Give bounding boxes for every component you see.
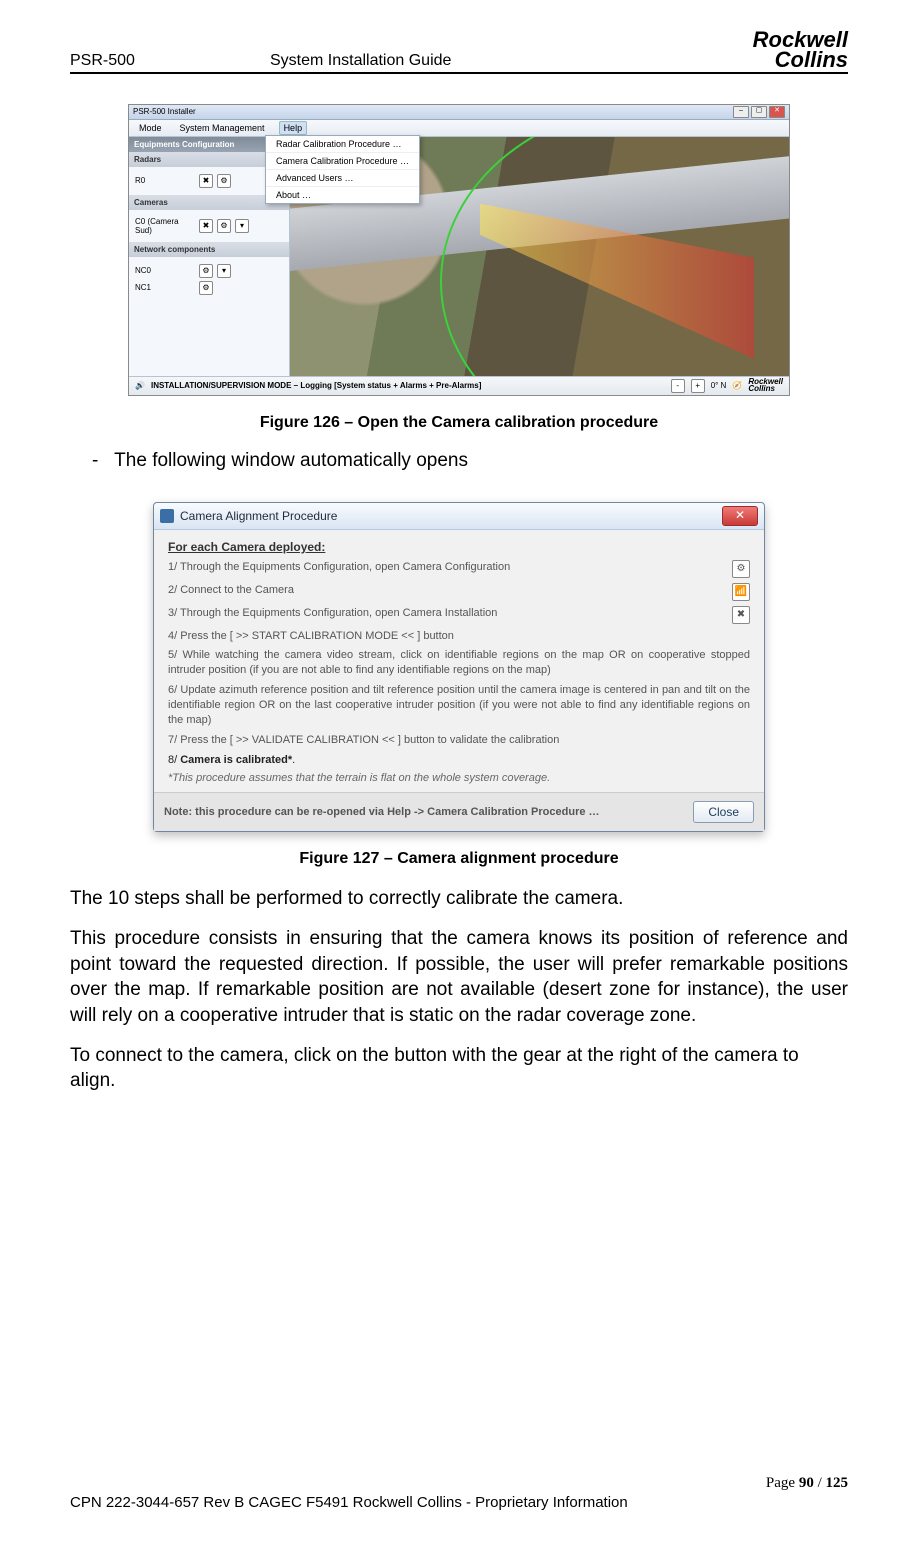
footnote: *This procedure assumes that the terrain… [168,772,750,784]
maximize-icon[interactable]: ▢ [751,106,767,118]
camera-row: C0 (Camera Sud) ✖ ⚙ ▾ [135,217,283,235]
gear-icon: ⚙ [732,560,750,578]
network-row: NC1 ⚙ [135,281,283,295]
step-row: 4/ Press the [ >> START CALIBRATION MODE… [168,629,750,644]
body-paragraph: To connect to the camera, click on the b… [70,1043,848,1094]
camera-alignment-dialog: Camera Alignment Procedure ✕ For each Ca… [153,502,765,833]
page-number: Page 90 / 125 [70,1475,848,1492]
speaker-icon[interactable]: 🔊 [135,381,145,390]
help-dropdown: Radar Calibration Procedure … Camera Cal… [265,135,420,204]
dropdown-item[interactable]: About … [266,187,419,203]
tools-icon[interactable]: ✖ [199,219,213,233]
step-row: 5/ While watching the camera video strea… [168,648,750,678]
gear-icon[interactable]: ⚙ [199,281,213,295]
dialog-titlebar: Camera Alignment Procedure ✕ [154,503,764,530]
status-bar: 🔊 INSTALLATION/SUPERVISION MODE – Loggin… [129,376,789,395]
proprietary-notice: CPN 222-3044-657 Rev B CAGEC F5491 Rockw… [70,1494,848,1511]
menubar: Mode System Management Help [129,120,789,137]
window-title: PSR-500 Installer [133,107,196,116]
dialog-heading: For each Camera deployed: [168,540,750,554]
tools-icon[interactable]: ✖ [199,174,213,188]
dialog-footer: Note: this procedure can be re-opened vi… [154,792,764,831]
expand-icon[interactable]: ▾ [217,264,231,278]
minimize-icon[interactable]: – [733,106,749,118]
close-icon[interactable]: ✕ [722,506,758,526]
tools-icon: ✖ [732,606,750,624]
page-footer: Page 90 / 125 CPN 222-3044-657 Rev B CAG… [70,1475,848,1511]
dropdown-item[interactable]: Advanced Users … [266,170,419,187]
menu-system-management[interactable]: System Management [176,122,269,134]
gear-icon[interactable]: ⚙ [199,264,213,278]
gear-icon[interactable]: ⚙ [217,219,231,233]
network-row: NC0 ⚙ ▾ [135,264,283,278]
zoom-in-icon[interactable]: + [691,379,705,393]
wifi-icon: 📶 [732,583,750,601]
gear-icon[interactable]: ⚙ [217,174,231,188]
footer-note: Note: this procedure can be re-opened vi… [164,806,600,818]
menu-mode[interactable]: Mode [135,122,166,134]
dialog-title: Camera Alignment Procedure [180,509,337,523]
figure-caption: Figure 126 – Open the Camera calibration… [70,414,848,432]
step-row: 2/ Connect to the Camera📶 [168,583,750,601]
header-left: PSR-500 [70,52,270,70]
rockwell-collins-logo: RockwellCollins [748,379,783,393]
body-bullet: - The following window automatically ope… [92,450,848,472]
body-paragraph: The 10 steps shall be performed to corre… [70,886,848,912]
section-network: Network components [129,242,289,257]
page-header: PSR-500 System Installation Guide Rockwe… [70,30,848,74]
figure-caption: Figure 127 – Camera alignment procedure [70,850,848,868]
step-row: 6/ Update azimuth reference position and… [168,683,750,728]
zoom-out-icon[interactable]: - [671,379,685,393]
step-row: 3/ Through the Equipments Configuration,… [168,606,750,624]
rockwell-collins-logo: Rockwell Collins [735,30,848,70]
heading-value: 0° N [711,381,727,390]
step-row: 7/ Press the [ >> VALIDATE CALIBRATION <… [168,733,750,748]
expand-icon[interactable]: ▾ [235,219,249,233]
body-paragraph: This procedure consists in ensuring that… [70,926,848,1029]
radar-row: R0 ✖ ⚙ [135,174,283,188]
step-row: 8/ Camera is calibrated*. [168,753,750,768]
close-button[interactable]: Close [693,801,754,823]
menu-help[interactable]: Help [279,121,308,135]
step-row: 1/ Through the Equipments Configuration,… [168,560,750,578]
installer-screenshot: PSR-500 Installer – ▢ ✕ Mode System Mana… [128,104,790,396]
app-icon [160,509,174,523]
coverage-circle-icon [440,137,789,376]
window-titlebar: PSR-500 Installer – ▢ ✕ [129,105,789,120]
close-icon[interactable]: ✕ [769,106,785,118]
compass-icon: 🧭 [732,381,742,390]
header-title: System Installation Guide [270,52,735,70]
dropdown-item[interactable]: Camera Calibration Procedure … [266,153,419,170]
dropdown-item[interactable]: Radar Calibration Procedure … [266,136,419,153]
status-text: INSTALLATION/SUPERVISION MODE – Logging … [151,381,481,390]
